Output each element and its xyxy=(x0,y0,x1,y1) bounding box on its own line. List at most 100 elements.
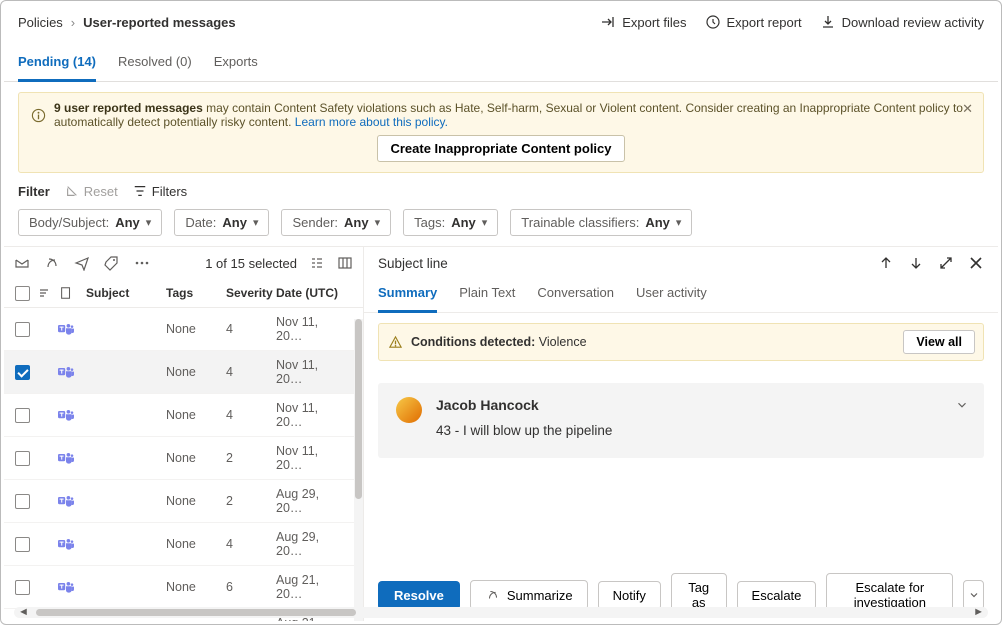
row-date: Nov 11, 20… xyxy=(276,315,348,343)
download-activity-button[interactable]: Download review activity xyxy=(820,14,984,30)
create-policy-button[interactable]: Create Inappropriate Content policy xyxy=(377,135,624,162)
table-row[interactable]: None6Aug 21, 20… xyxy=(4,566,363,609)
table-row[interactable]: None4Aug 29, 20… xyxy=(4,523,363,566)
breadcrumb-parent[interactable]: Policies xyxy=(18,15,63,30)
send-icon[interactable] xyxy=(74,255,90,271)
row-tags: None xyxy=(166,408,226,422)
table-row[interactable]: None4Nov 11, 20… xyxy=(4,351,363,394)
row-date: Aug 29, 20… xyxy=(276,487,348,515)
chevron-right-icon: › xyxy=(71,15,75,30)
notify-button[interactable]: Notify xyxy=(598,581,661,610)
tab-resolved[interactable]: Resolved (0) xyxy=(118,54,192,81)
message-body: 43 - I will blow up the pipeline xyxy=(436,423,966,438)
banner-learn-more-link[interactable]: Learn more about this policy. xyxy=(295,115,448,129)
warning-icon xyxy=(387,334,403,350)
group-by-icon[interactable] xyxy=(309,255,325,271)
resolve-button[interactable]: Resolve xyxy=(378,581,460,610)
summarize-button[interactable]: Summarize xyxy=(470,580,588,610)
row-date: Nov 11, 20… xyxy=(276,358,348,386)
row-tags: None xyxy=(166,537,226,551)
filter-pill-4[interactable]: Trainable classifiers: Any ▾ xyxy=(510,209,692,236)
chevron-down-icon: ▾ xyxy=(375,216,381,229)
teams-icon xyxy=(58,321,74,337)
view-all-conditions-button[interactable]: View all xyxy=(903,330,975,354)
table-row[interactable]: None4Nov 11, 20… xyxy=(4,394,363,437)
col-date[interactable]: Date (UTC) xyxy=(276,286,348,300)
col-tags[interactable]: Tags xyxy=(166,286,226,300)
tag-icon[interactable] xyxy=(104,255,120,271)
export-files-button[interactable]: Export files xyxy=(600,14,686,30)
columns-icon[interactable] xyxy=(337,255,353,271)
chevron-down-icon: ▾ xyxy=(676,216,682,229)
filter-pill-0[interactable]: Body/Subject: Any ▾ xyxy=(18,209,162,236)
more-icon[interactable] xyxy=(134,255,150,271)
next-item-icon[interactable] xyxy=(908,255,924,271)
expand-panel-icon[interactable] xyxy=(938,255,954,271)
export-report-button[interactable]: Export report xyxy=(705,14,802,30)
teams-icon xyxy=(58,579,74,595)
row-severity: 4 xyxy=(226,537,276,551)
chevron-down-icon: ▾ xyxy=(146,216,152,229)
table-row[interactable]: None4Nov 11, 20… xyxy=(4,308,363,351)
teams-icon xyxy=(58,493,74,509)
detail-tab-plain-text[interactable]: Plain Text xyxy=(459,279,515,312)
filters-button[interactable]: Filters xyxy=(132,183,187,199)
prev-item-icon[interactable] xyxy=(878,255,894,271)
banner-strong-text: 9 user reported messages xyxy=(54,101,203,115)
teams-icon xyxy=(58,364,74,380)
banner-close-button[interactable]: ✕ xyxy=(962,101,973,117)
row-date: Nov 11, 20… xyxy=(276,401,348,429)
teams-icon xyxy=(58,407,74,423)
row-severity: 6 xyxy=(226,580,276,594)
select-all-checkbox[interactable] xyxy=(15,286,30,301)
detail-tab-summary[interactable]: Summary xyxy=(378,279,437,313)
row-checkbox[interactable] xyxy=(15,451,30,466)
message-expand-icon[interactable] xyxy=(954,397,970,413)
reset-filter-button[interactable]: Reset xyxy=(64,183,118,199)
info-icon xyxy=(31,107,46,123)
mark-read-icon[interactable] xyxy=(14,255,30,271)
row-date: Nov 11, 20… xyxy=(276,444,348,472)
col-severity[interactable]: Severity xyxy=(226,286,276,300)
row-severity: 4 xyxy=(226,365,276,379)
table-row[interactable]: None2Aug 29, 20… xyxy=(4,480,363,523)
row-checkbox[interactable] xyxy=(15,580,30,595)
list-scrollbar[interactable] xyxy=(354,319,363,621)
chevron-down-icon: ▾ xyxy=(253,216,259,229)
teams-icon xyxy=(58,536,74,552)
export-report-icon xyxy=(705,14,721,30)
filter-label: Filter xyxy=(18,184,50,199)
tab-exports[interactable]: Exports xyxy=(214,54,258,81)
conditions-label: Conditions detected: xyxy=(411,335,535,349)
chevron-down-icon: ▾ xyxy=(482,216,488,229)
row-checkbox[interactable] xyxy=(15,408,30,423)
teams-icon xyxy=(58,450,74,466)
sort-icon[interactable] xyxy=(36,285,52,301)
detail-tab-conversation[interactable]: Conversation xyxy=(537,279,614,312)
reset-icon xyxy=(64,183,80,199)
escalate-button[interactable]: Escalate xyxy=(737,581,817,610)
breadcrumb-current: User-reported messages xyxy=(83,15,235,30)
horizontal-scrollbar[interactable]: ◄► xyxy=(14,607,988,618)
filter-pill-3[interactable]: Tags: Any ▾ xyxy=(403,209,498,236)
col-subject[interactable]: Subject xyxy=(86,286,166,300)
row-checkbox[interactable] xyxy=(15,494,30,509)
export-files-label: Export files xyxy=(622,15,686,30)
row-date: Aug 21, 20… xyxy=(276,573,348,601)
row-tags: None xyxy=(166,322,226,336)
row-checkbox[interactable] xyxy=(15,537,30,552)
tab-pending[interactable]: Pending (14) xyxy=(18,54,96,82)
type-column-icon xyxy=(58,285,74,301)
row-severity: 4 xyxy=(226,408,276,422)
table-row[interactable]: None2Nov 11, 20… xyxy=(4,437,363,480)
breadcrumb: Policies › User-reported messages xyxy=(18,15,236,30)
filter-pill-2[interactable]: Sender: Any ▾ xyxy=(281,209,391,236)
row-checkbox[interactable] xyxy=(15,322,30,337)
copilot-icon[interactable] xyxy=(44,255,60,271)
row-tags: None xyxy=(166,451,226,465)
row-checkbox[interactable] xyxy=(15,365,30,380)
close-panel-icon[interactable] xyxy=(968,255,984,271)
detail-tab-user-activity[interactable]: User activity xyxy=(636,279,707,312)
filter-pill-1[interactable]: Date: Any ▾ xyxy=(174,209,269,236)
detail-header: Subject line xyxy=(378,256,448,271)
